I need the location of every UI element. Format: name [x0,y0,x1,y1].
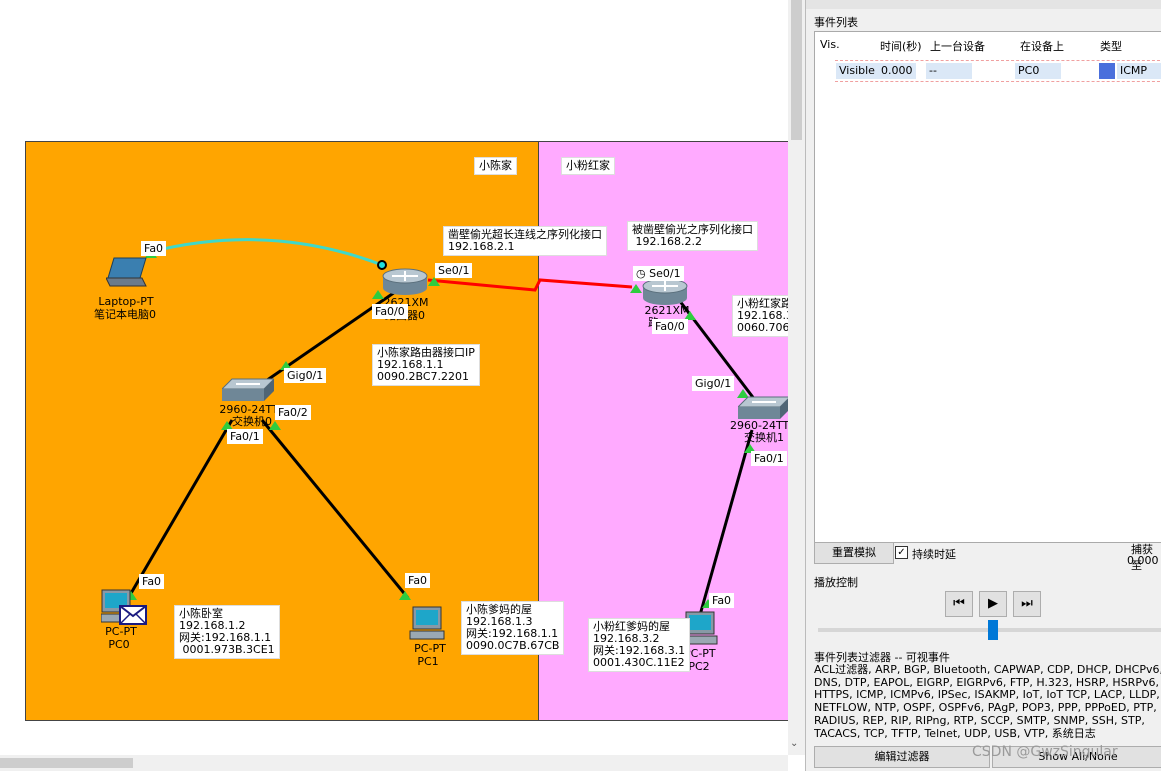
note-router0-ip: 小陈家路由器接口IP 192.168.1.1 0090.2BC7.2201 [372,344,480,386]
reset-simulation-button[interactable]: 重置模拟 [814,542,894,564]
port-pc2-fa0: Fa0 [709,593,735,608]
port-router0-fa00: Fa0/0 [372,304,408,319]
scroll-down-arrow-icon[interactable]: ⌄ [790,738,798,749]
zone-label-left: 小陈家 [474,157,517,175]
row-vis: Visible [836,63,878,79]
port-pc1-fa0: Fa0 [405,573,431,588]
filter-protocol-list: ACL过滤器, ARP, BGP, Bluetooth, CAPWAP, CDP… [814,664,1161,740]
note-serial-right: 被凿壁偷光之序列化接口 192.168.2.2 [627,221,758,251]
row-last-device: -- [926,63,972,79]
panel-title-bar [806,0,1161,9]
laptop-device[interactable] [105,256,148,288]
switch-icon [220,378,276,401]
laptop-router-link [149,238,383,267]
step-forward-icon[interactable]: ⏭ [1013,591,1041,617]
vertical-scroll-thumb[interactable] [791,0,802,140]
switch0-pc1-link [260,419,410,599]
note-pc1-info: 小陈爹妈的屋 192.168.1.3 网关:192.168.1.1 0090.0… [461,601,565,655]
switch0-pc0-link [128,419,234,596]
playback-speed-thumb[interactable] [988,620,998,640]
workspace-vertical-scrollbar[interactable] [788,0,805,755]
edit-filter-button[interactable]: 编辑过滤器 [814,746,990,768]
note-serial-left: 凿壁偷光超长连线之序列化接口 192.168.2.1 [443,226,607,256]
switch0-name: 交换机0 [232,415,272,428]
zone-label-right: 小粉红家 [561,157,615,175]
step-back-icon[interactable]: ⏮ [945,591,973,617]
col-at-device[interactable]: 在设备上 [1020,38,1064,54]
pc1-device[interactable] [408,606,448,642]
pc1-model: PC-PT [414,642,446,655]
serial-link [427,278,633,292]
pc0-model: PC-PT [105,625,137,638]
port-router1-fa00: Fa0/0 [652,319,688,334]
port-switch0-fa02: Fa0/2 [275,405,311,420]
row-time: 0.000 [878,63,916,79]
router0-device[interactable] [382,266,428,296]
row-at-device: PC0 [1015,63,1061,79]
laptop-model: Laptop-PT [98,295,154,308]
switch-icon [736,396,788,419]
col-vis[interactable]: Vis. [820,38,840,51]
switch0-device[interactable] [220,377,276,403]
filter-title: 事件列表过滤器 -- 可视事件 [814,651,950,664]
switch1-model: 2960-24TT [730,420,788,432]
event-list-table[interactable]: Vis. 时间(秒) 上一台设备 在设备上 类型 Visible 0.000 -… [814,31,1161,543]
pc1-name: PC1 [417,655,439,668]
constant-delay-label: 持续时延 [912,548,956,561]
port-switch1-fa01: Fa0/1 [751,451,787,466]
port-router1-se01: ◷ Se0/1 [633,266,684,281]
capture-value: 0.000 [1127,554,1159,567]
simulation-panel: 事件列表 Vis. 时间(秒) 上一台设备 在设备上 类型 Visible 0.… [805,0,1161,771]
col-type[interactable]: 类型 [1100,38,1122,54]
note-pc2-info: 小粉红爹妈的屋 192.168.3.2 网关:192.168.3.1 0001.… [588,618,691,672]
port-router0-se01: Se0/1 [435,263,473,278]
play-icon[interactable]: ▶ [979,591,1007,617]
note-pc0-info: 小陈卧室 192.168.1.2 网关:192.168.1.1 0001.973… [174,605,280,659]
col-last-device[interactable]: 上一台设备 [930,38,985,54]
row-type: ICMP [1117,63,1161,79]
event-list-title: 事件列表 [814,16,858,29]
router-icon [382,268,428,295]
switch1-pc2-link [698,429,754,616]
workspace-horizontal-scrollbar[interactable] [0,755,788,771]
port-switch1-gig01: Gig0/1 [692,376,735,391]
play-control-title: 播放控制 [814,576,858,589]
port-switch0-fa01: Fa0/1 [227,429,263,444]
pc0-name: PC0 [108,638,130,651]
port-switch0-gig01: Gig0/1 [284,368,327,383]
envelope-icon[interactable] [119,605,147,625]
switch1-name: 交换机1 [744,432,784,444]
horizontal-scroll-thumb[interactable] [0,758,133,768]
csdn-watermark: CSDN @GwzSingular [972,744,1118,760]
icmp-color-swatch [1099,63,1115,79]
pc-icon [409,606,445,640]
laptop-name: 笔记本电脑0 [94,308,156,321]
clock-icon: ◷ [636,267,650,280]
note-router1-ip: 小粉红家路 192.168.3. 0060.706 [732,295,788,337]
port-pc0-fa0: Fa0 [139,574,165,589]
col-time[interactable]: 时间(秒) [880,38,922,54]
switch1-device[interactable] [736,395,788,421]
laptop-icon [105,257,147,287]
constant-delay-checkbox[interactable]: ✓ [895,546,908,559]
topology-workspace[interactable]: 小陈家 小粉红家 Laptop-PT 笔记本电脑0 2621XM 路由器0 26… [0,0,788,755]
port-laptop-fa0: Fa0 [141,241,167,256]
